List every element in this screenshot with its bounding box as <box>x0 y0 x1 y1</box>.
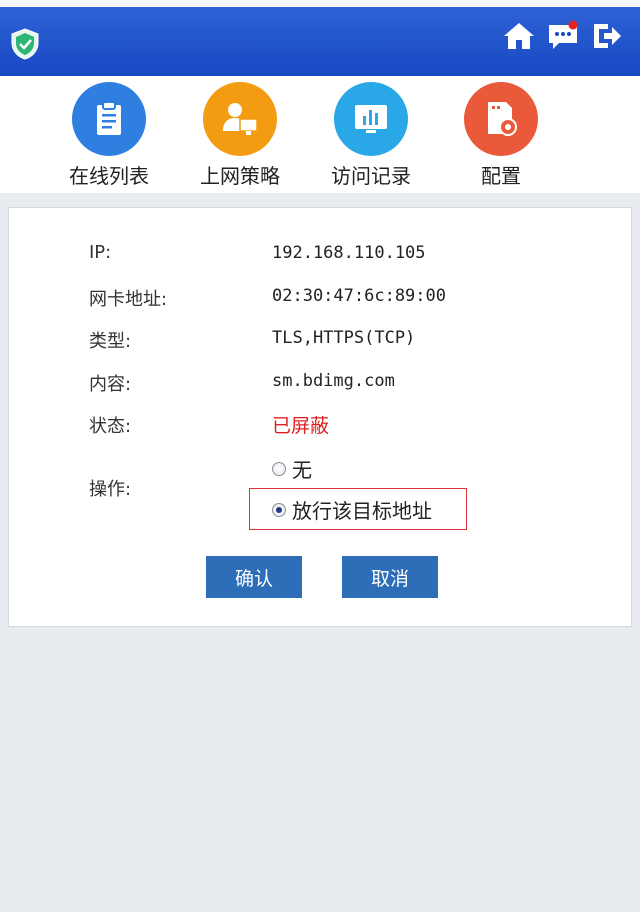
shield-icon <box>11 28 39 60</box>
chart-icon <box>334 82 408 156</box>
nav-item-config[interactable]: 配置 <box>446 82 556 190</box>
content-label: 内容: <box>89 374 132 395</box>
radio-option-allow-target[interactable]: 放行该目标地址 <box>272 495 432 524</box>
logout-icon[interactable] <box>590 20 624 52</box>
mac-label: 网卡地址: <box>89 289 168 310</box>
action-label: 操作: <box>89 479 132 500</box>
top-strip <box>0 0 640 7</box>
ip-value: 192.168.110.105 <box>272 243 426 263</box>
radio-option-none[interactable]: 无 <box>272 454 312 483</box>
nav-item-access-log[interactable]: 访问记录 <box>316 82 426 190</box>
cancel-button[interactable]: 取消 <box>342 556 438 598</box>
radio-button[interactable] <box>272 461 286 476</box>
radio-button[interactable] <box>272 502 286 517</box>
nav-label: 上网策略 <box>200 164 280 188</box>
status-value: 已屏蔽 <box>272 415 330 437</box>
detail-card: IP: 192.168.110.105 网卡地址: 02:30:47:6c:89… <box>8 207 632 627</box>
type-value: TLS,HTTPS(TCP) <box>272 328 416 348</box>
nav-label: 在线列表 <box>69 164 149 188</box>
nav-label: 访问记录 <box>331 164 411 188</box>
user-monitor-icon <box>203 82 277 156</box>
nav-label: 配置 <box>481 164 521 188</box>
message-icon[interactable] <box>546 20 580 52</box>
radio-label: 放行该目标地址 <box>292 499 432 523</box>
confirm-button[interactable]: 确认 <box>206 556 302 598</box>
nav-item-access-policy[interactable]: 上网策略 <box>185 82 295 190</box>
radio-label: 无 <box>292 458 312 482</box>
home-icon[interactable] <box>502 20 536 52</box>
clipboard-icon <box>72 82 146 156</box>
status-label: 状态: <box>89 416 132 437</box>
app-header <box>0 7 640 76</box>
content-value: sm.bdimg.com <box>272 371 395 391</box>
ip-label: IP: <box>89 242 112 263</box>
mac-value: 02:30:47:6c:89:00 <box>272 286 446 306</box>
main-nav: 在线列表 上网策略 访问记录 配置 <box>0 76 640 193</box>
type-label: 类型: <box>89 331 132 352</box>
nav-item-online-list[interactable]: 在线列表 <box>54 82 164 190</box>
gear-file-icon <box>464 82 538 156</box>
